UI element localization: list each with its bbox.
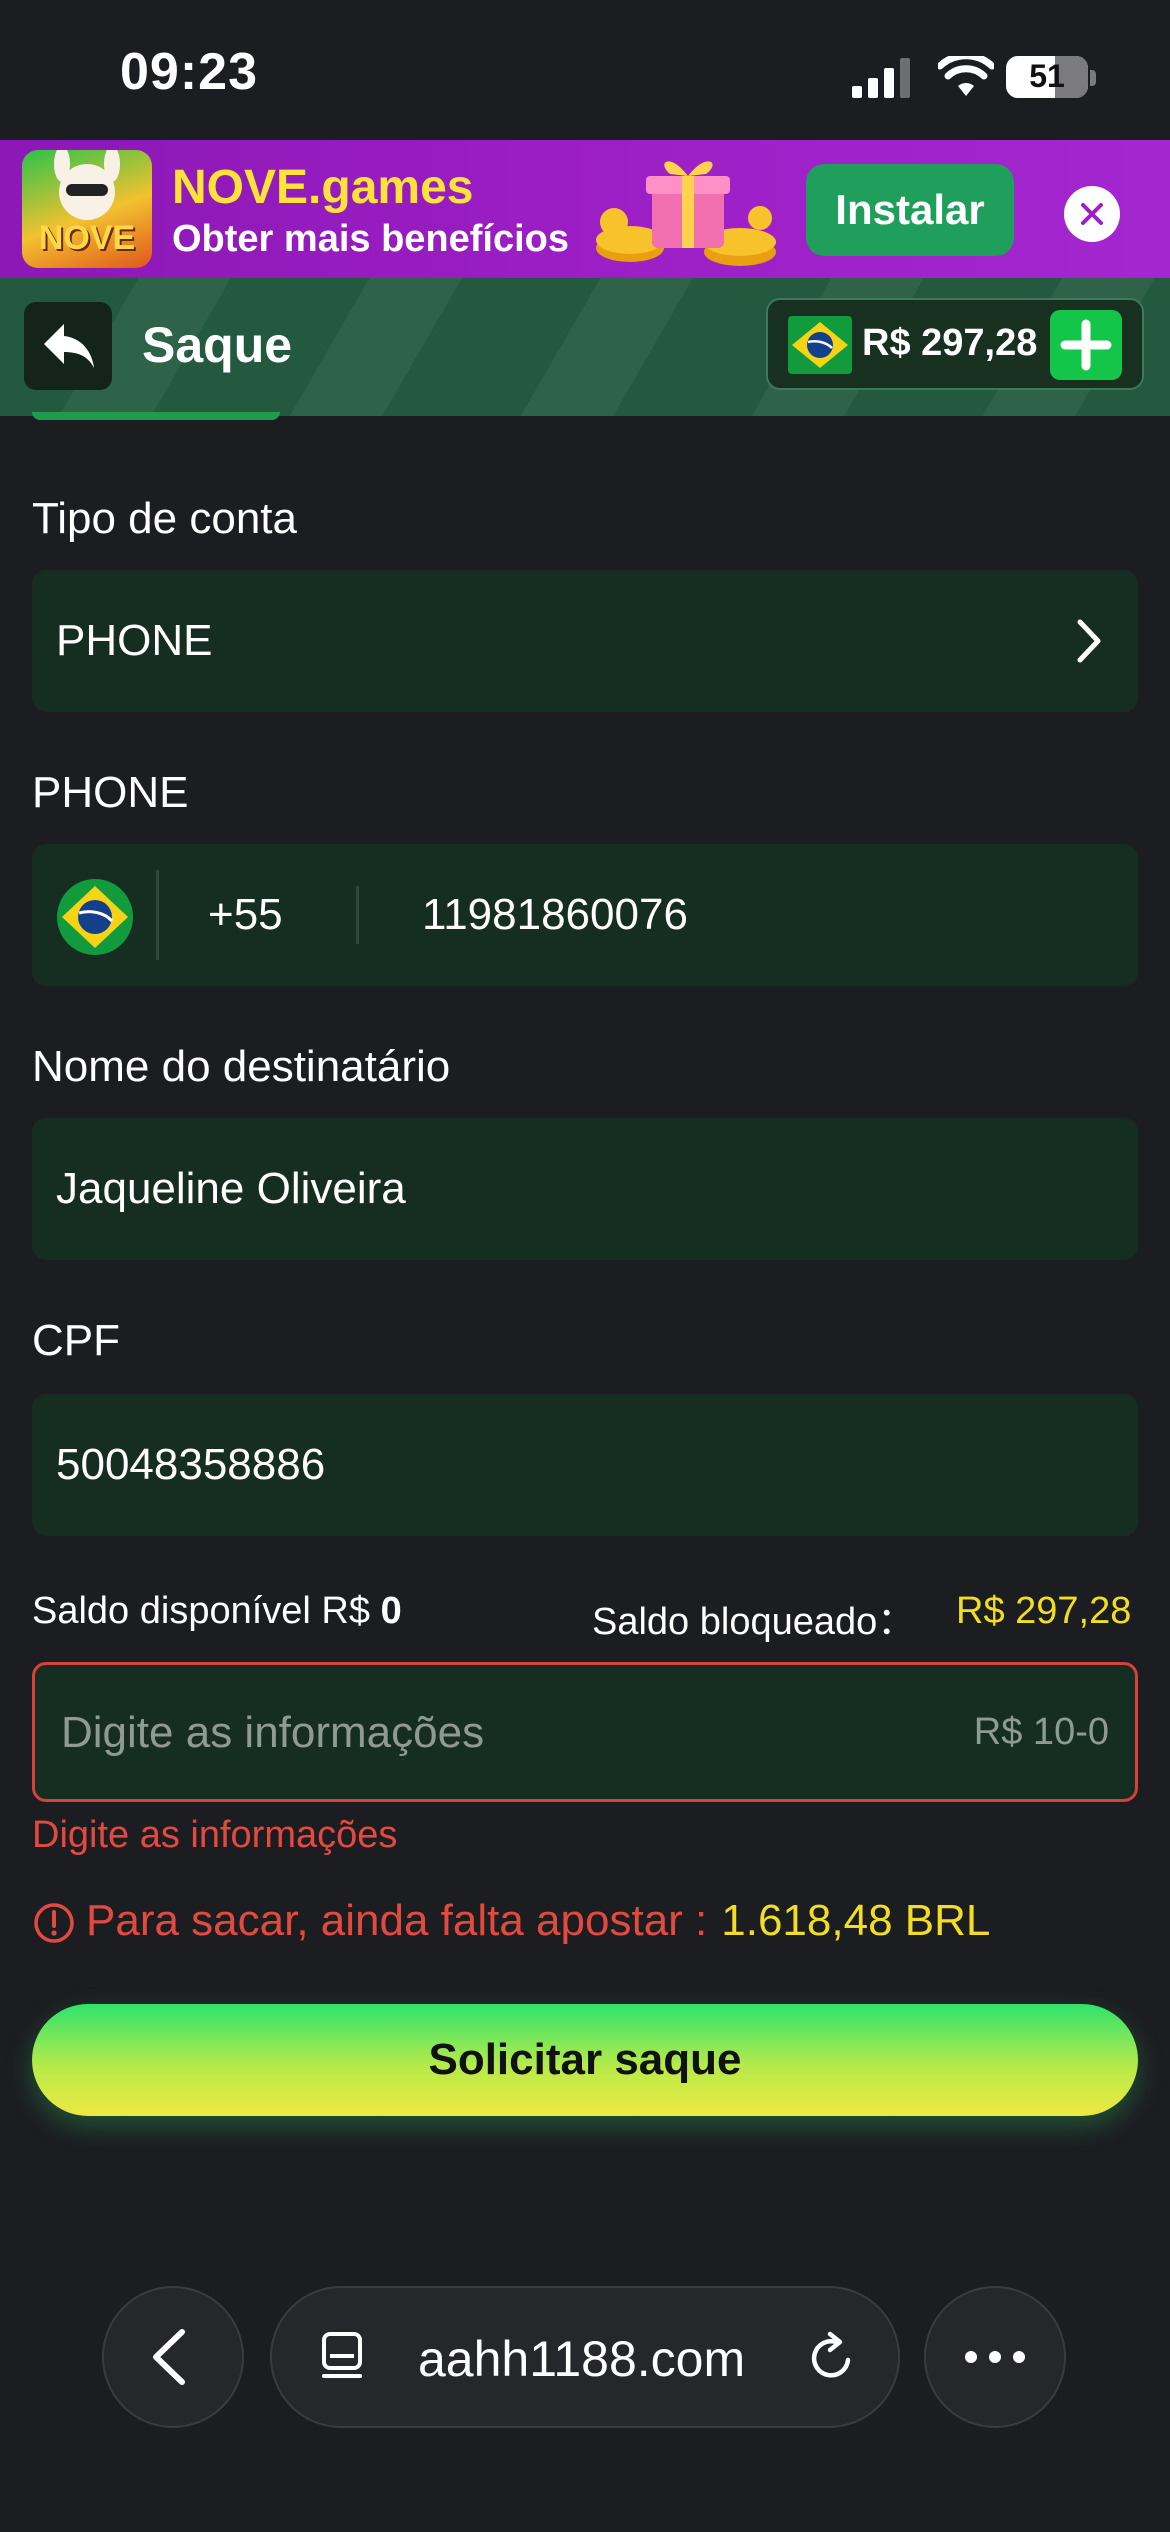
reload-icon[interactable]	[806, 2330, 858, 2386]
battery-level: 51	[1029, 58, 1065, 94]
address-bar[interactable]: aahh1188.com	[270, 2286, 900, 2428]
signal-icon	[852, 58, 910, 98]
wager-warning: Para sacar, ainda falta apostar : 1.618,4…	[32, 1896, 990, 1946]
submit-withdraw-button[interactable]: Solicitar saque	[32, 2004, 1138, 2116]
brazil-flag-icon	[57, 879, 133, 955]
phone-field[interactable]: +55 11981860076	[32, 844, 1138, 986]
app-logo-text: NOVE	[38, 219, 136, 257]
recipient-name-field[interactable]: Jaqueline Oliveira	[32, 1118, 1138, 1260]
amount-error: Digite as informações	[32, 1814, 398, 1856]
chevron-right-icon	[1077, 619, 1101, 663]
phone-number[interactable]: 11981860076	[422, 890, 688, 940]
brazil-flag-icon	[788, 316, 852, 374]
more-icon	[965, 2351, 1025, 2363]
back-button[interactable]	[24, 302, 112, 390]
install-button[interactable]: Instalar	[806, 164, 1014, 256]
chevron-left-icon	[153, 2329, 185, 2385]
previous-section-edge	[32, 412, 280, 420]
warning-icon	[34, 1903, 74, 1944]
gift-icon	[596, 161, 776, 266]
phone-label: PHONE	[32, 768, 189, 817]
plus-icon	[1060, 319, 1112, 371]
cpf-value: 50048358886	[56, 1440, 326, 1489]
recipient-label: Nome do destinatário	[32, 1042, 451, 1091]
cpf-field[interactable]: 50048358886	[32, 1394, 1138, 1536]
app-header: Saque R$ 297,28	[0, 278, 1170, 416]
blocked-balance-label: Saldo bloqueado：	[592, 1601, 916, 1643]
amount-input[interactable]	[59, 1665, 923, 1801]
battery-nub	[1090, 70, 1096, 86]
available-balance: Saldo disponível R$ 0	[32, 1590, 402, 1633]
url-text[interactable]: aahh1188.com	[418, 2330, 745, 2388]
account-type-select[interactable]: PHONE	[32, 570, 1138, 712]
available-balance-label: Saldo disponível R$	[32, 1590, 370, 1632]
amount-range: R$ 10-0	[973, 1711, 1109, 1753]
tabs-icon	[322, 2332, 362, 2378]
account-type-value: PHONE	[56, 616, 213, 665]
recipient-name-value: Jaqueline Oliveira	[56, 1164, 406, 1213]
banner-title: NOVE.games	[172, 161, 474, 214]
country-code[interactable]: +55	[208, 890, 283, 940]
flag-divider	[156, 870, 159, 960]
wifi-icon	[938, 56, 994, 96]
account-type-label: Tipo de conta	[32, 494, 297, 543]
cpf-label: CPF	[32, 1316, 120, 1365]
banner-subtitle: Obter mais benefícios	[172, 218, 570, 260]
browser-back-button[interactable]	[102, 2286, 244, 2428]
code-divider	[356, 886, 359, 944]
header-balance: R$ 297,28	[862, 322, 1038, 364]
install-banner: NOVE NOVE.games Obter mais benefícios In…	[0, 140, 1170, 278]
close-banner-button[interactable]	[1064, 186, 1120, 242]
wager-warning-text: Para sacar, ainda falta apostar :	[86, 1896, 708, 1945]
app-logo: NOVE	[22, 150, 152, 268]
back-arrow-icon	[44, 324, 94, 368]
close-icon	[1081, 203, 1103, 225]
blocked-balance-value: R$ 297,28	[956, 1590, 1132, 1632]
more-options-button[interactable]	[924, 2286, 1066, 2428]
wager-value: 1.618,48 BRL	[721, 1896, 991, 1945]
available-balance-value: 0	[380, 1590, 402, 1632]
add-funds-button[interactable]	[1050, 310, 1122, 380]
amount-field[interactable]: R$ 10-0	[32, 1662, 1138, 1802]
status-time: 09:23	[120, 43, 258, 101]
page-title: Saque	[142, 317, 293, 373]
battery-icon: 51	[1006, 56, 1088, 98]
balance-pill[interactable]: R$ 297,28	[766, 298, 1144, 390]
